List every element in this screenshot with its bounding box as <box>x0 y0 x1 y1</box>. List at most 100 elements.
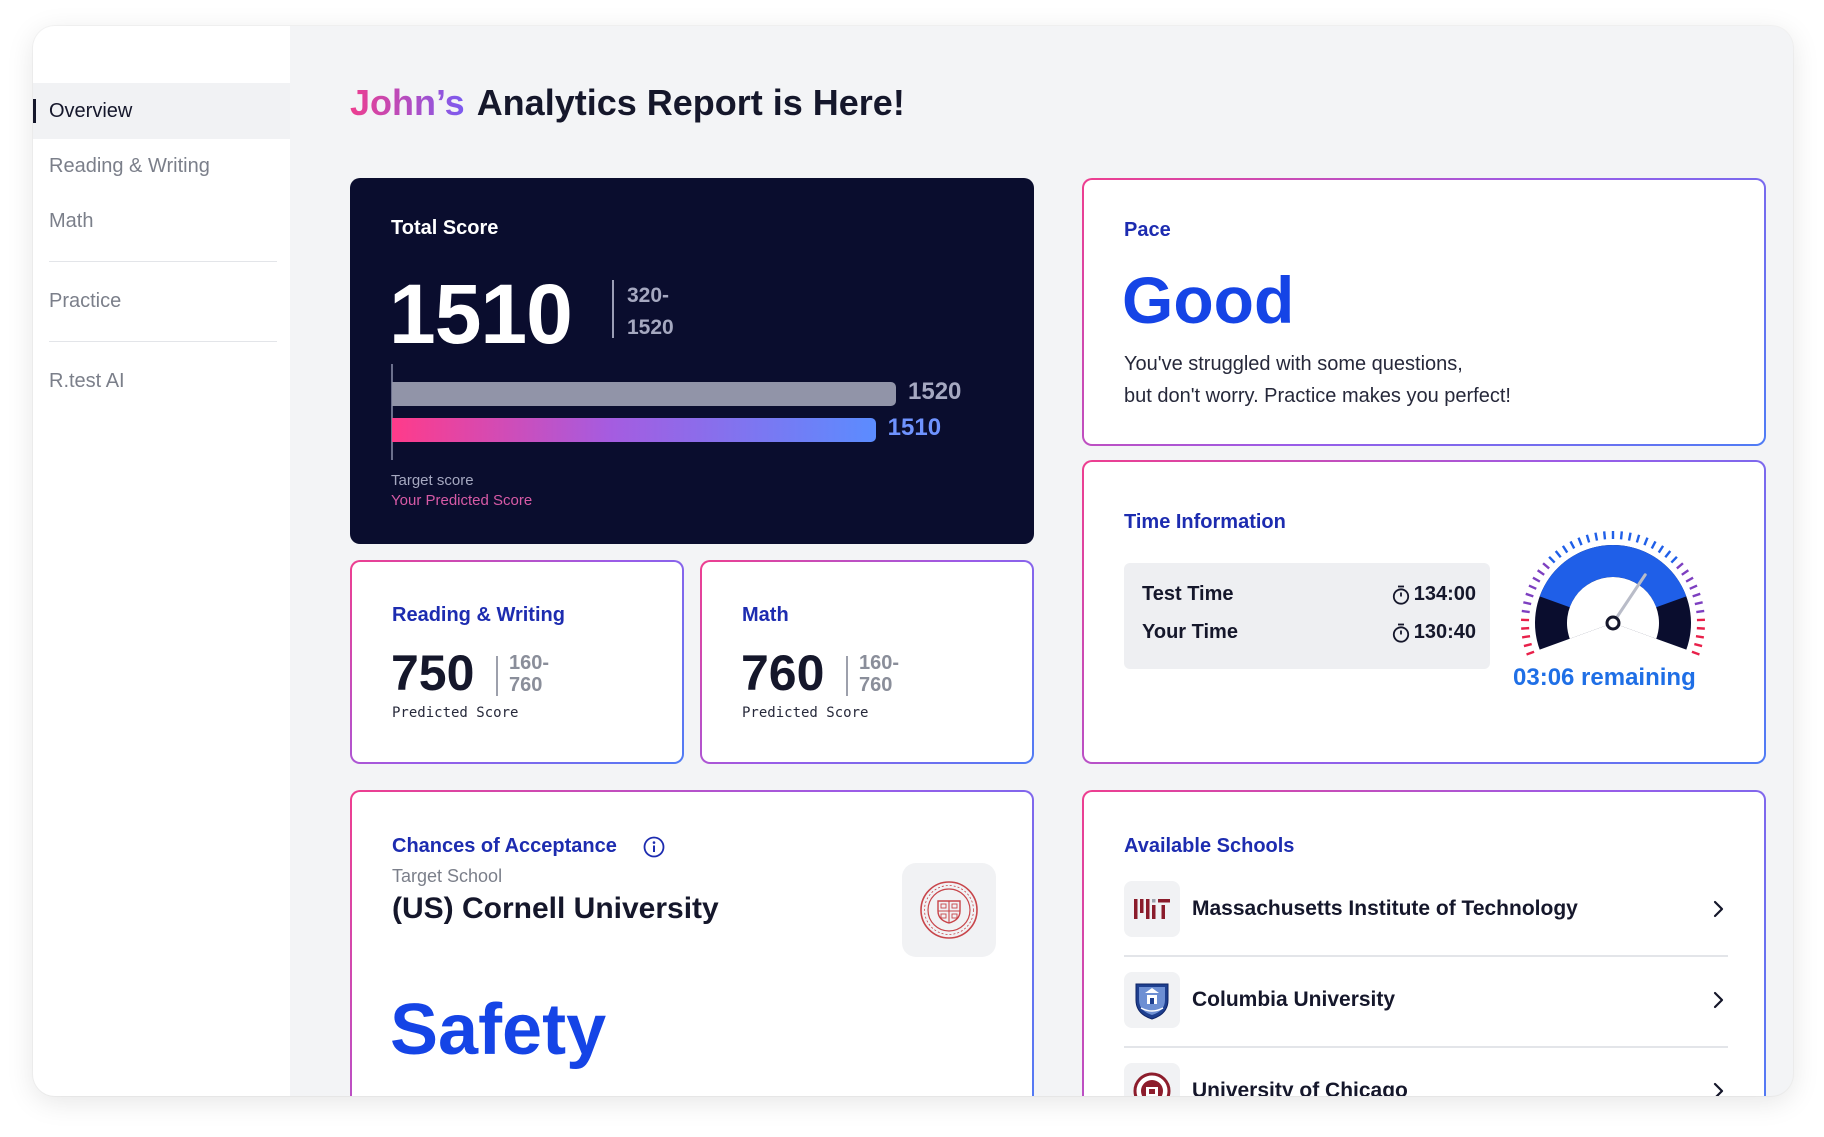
chances-of-acceptance-card: Chances of Acceptance Target School (US)… <box>350 790 1034 1096</box>
gauge-tick <box>1548 555 1556 564</box>
range-low: 320- <box>627 284 670 307</box>
pace-card: Pace Good You've struggled with some que… <box>1082 178 1766 446</box>
predicted-score-label: 1510 <box>887 414 942 441</box>
student-name: John’s <box>350 82 465 123</box>
mit-logo-graphic <box>1134 899 1170 919</box>
school-divider <box>1124 1046 1728 1048</box>
your-time-value: 130:40 <box>1413 621 1476 643</box>
school-name: Massachusetts Institute of Technology <box>1192 897 1578 920</box>
target-score-label: 1520 <box>908 378 962 405</box>
sidebar-item-math[interactable]: Math <box>33 193 290 249</box>
gauge-tick <box>1521 609 1530 614</box>
pace-description-line: You've struggled with some questions, <box>1124 353 1463 375</box>
sidebar-item-label: R.test AI <box>49 369 125 392</box>
sidebar-item-overview[interactable]: Overview <box>33 83 290 139</box>
gauge-tick <box>1523 601 1532 606</box>
time-table: Test Time 134:00 Your Time 130:40 <box>1124 563 1490 669</box>
test-time-value-wrap: 134:00 <box>1392 583 1476 606</box>
acceptance-verdict: Safety <box>390 990 607 1070</box>
predicted-score-label: Predicted Score <box>742 705 869 721</box>
total-score-card: Total Score 1510 320- 1520 1520 1510 Tar… <box>350 178 1034 544</box>
range-low: 160- <box>859 652 900 674</box>
score-divider <box>612 280 614 338</box>
gauge-tick <box>1526 650 1535 656</box>
gauge-tick <box>1627 532 1632 541</box>
sidebar-divider <box>49 261 277 262</box>
reading-writing-card[interactable]: Reading & Writing 750 160- 760 Predicted… <box>350 560 684 764</box>
gauge-tick <box>1532 576 1541 583</box>
sidebar: Overview Reading & Writing Math Practice… <box>33 26 290 1096</box>
school-row-mit[interactable]: Massachusetts Institute of Technology <box>1124 881 1728 937</box>
your-time-row: Your Time 130:40 <box>1142 621 1476 644</box>
school-name: Columbia University <box>1192 988 1396 1011</box>
available-schools-title: Available Schools <box>1124 835 1295 857</box>
gauge-tick <box>1676 562 1684 570</box>
available-schools-card: Available Schools Massachusetts Institut… <box>1082 790 1766 1096</box>
gauge-tick <box>1536 569 1545 576</box>
gauge-tick <box>1664 550 1672 559</box>
math-card[interactable]: Math 760 160- 760 Predicted Score <box>700 560 1034 764</box>
pace-title: Pace <box>1124 219 1171 241</box>
math-title: Math <box>742 604 789 626</box>
total-score-range: 320- 1520 <box>627 280 674 344</box>
gauge-tick <box>1689 584 1698 590</box>
sidebar-item-rtest-ai[interactable]: R.test AI <box>33 353 290 409</box>
info-icon[interactable] <box>643 836 665 858</box>
predicted-score-bar <box>392 418 876 442</box>
school-name: University of Chicago <box>1192 1079 1408 1096</box>
sidebar-item-label: Overview <box>49 99 133 122</box>
pace-description: You've struggled with some questions, bu… <box>1124 348 1511 412</box>
bar-axis <box>391 364 393 460</box>
gauge-tick <box>1694 601 1703 606</box>
gauge-tick <box>1696 609 1705 614</box>
gauge-tick <box>1619 531 1624 540</box>
mit-logo-icon <box>1124 881 1180 937</box>
school-row-uchicago[interactable]: University of Chicago <box>1124 1063 1728 1096</box>
gauge-tick <box>1585 534 1591 543</box>
gauge-tick <box>1521 634 1531 639</box>
target-school-label: Target School <box>392 866 503 886</box>
stopwatch-icon <box>1392 623 1409 643</box>
school-row-columbia[interactable]: Columbia University <box>1124 972 1728 1028</box>
reading-writing-score: 750 <box>391 645 475 701</box>
pace-description-line: but don't worry. Practice makes you perf… <box>1124 385 1511 407</box>
sidebar-item-label: Reading & Writing <box>49 154 210 177</box>
gauge-tick <box>1695 634 1705 639</box>
gauge-tick <box>1542 562 1550 570</box>
gauge-tick <box>1670 555 1678 564</box>
time-information-card: Time Information Test Time 134:00 Your T… <box>1082 460 1766 764</box>
predicted-score-label: Predicted Score <box>392 705 519 721</box>
sidebar-item-reading-writing[interactable]: Reading & Writing <box>33 138 290 194</box>
uchicago-seal-graphic <box>1133 1072 1171 1096</box>
range-high: 760 <box>859 674 893 696</box>
stopwatch-icon <box>1392 585 1409 605</box>
gauge-tick <box>1577 537 1583 546</box>
sidebar-divider <box>49 341 277 342</box>
acceptance-title: Chances of Acceptance <box>392 835 617 857</box>
chevron-right-icon[interactable] <box>1708 1081 1728 1096</box>
columbia-crest-icon <box>1124 972 1180 1028</box>
gauge-tick <box>1528 584 1537 590</box>
test-time-value: 134:00 <box>1413 583 1476 605</box>
reading-writing-title: Reading & Writing <box>392 604 565 626</box>
chevron-right-icon[interactable] <box>1708 990 1728 1010</box>
sidebar-item-practice[interactable]: Practice <box>33 273 290 329</box>
gauge-tick <box>1643 537 1649 546</box>
gauge-tick <box>1657 545 1665 554</box>
gauge-tick <box>1650 540 1657 550</box>
uchicago-seal-icon <box>1124 1063 1180 1096</box>
gauge-tick <box>1694 642 1703 648</box>
time-remaining: 03:06 remaining <box>1513 664 1696 691</box>
columbia-crest-graphic <box>1135 983 1169 1020</box>
gauge-tick <box>1681 569 1690 576</box>
gauge-tick <box>1569 540 1576 550</box>
legend-predicted: Your Predicted Score <box>391 492 533 509</box>
gauge-tick <box>1692 592 1701 598</box>
chevron-right-icon[interactable] <box>1708 899 1728 919</box>
gauge-tick <box>1594 532 1599 541</box>
total-score-title: Total Score <box>391 217 499 239</box>
range-low: 160- <box>509 652 550 674</box>
gauge-tick <box>1602 531 1607 540</box>
time-information-title: Time Information <box>1124 511 1286 533</box>
time-gauge <box>1521 531 1705 656</box>
